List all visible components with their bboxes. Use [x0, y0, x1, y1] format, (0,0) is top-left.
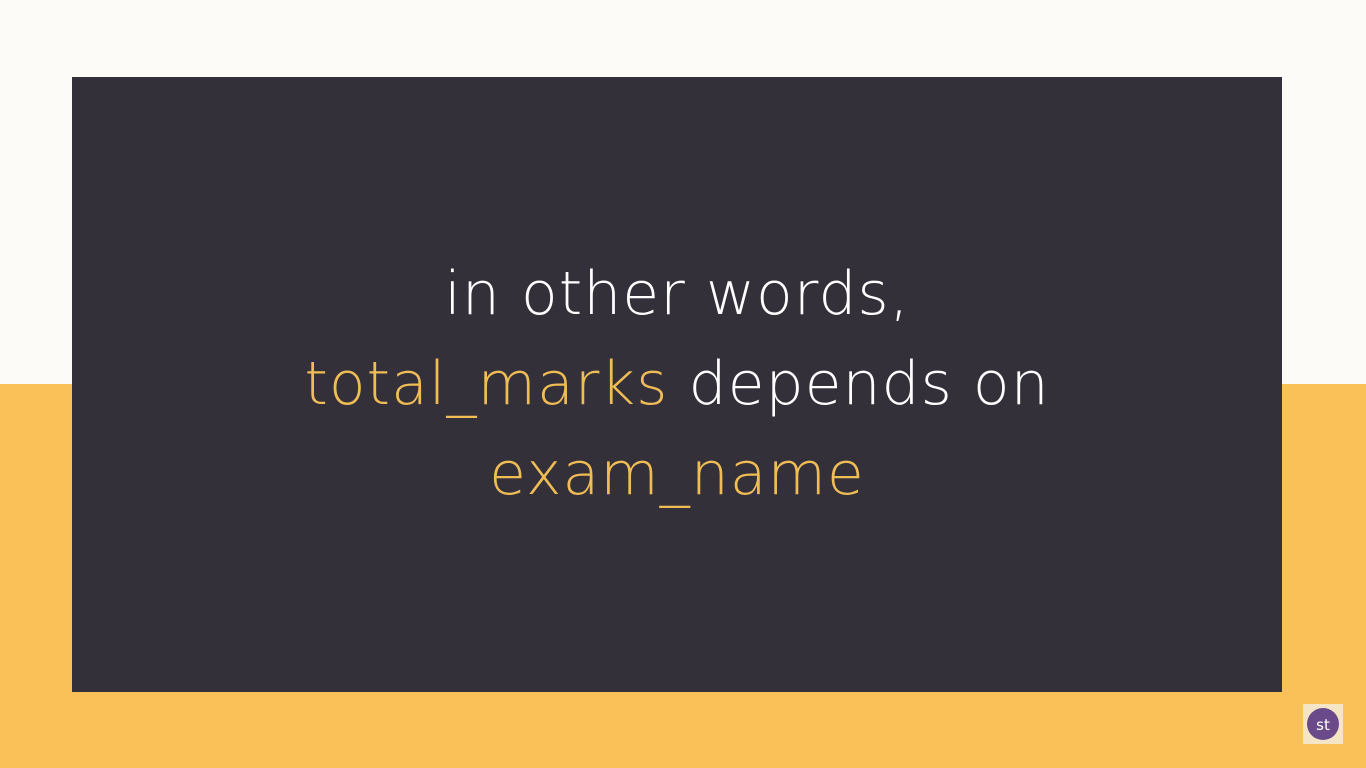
slide-text: in other words, total_marks depends on e…	[304, 249, 1049, 519]
channel-logo[interactable]: st	[1303, 704, 1343, 744]
highlight-total-marks: total_marks	[304, 348, 669, 419]
slide-panel: in other words, total_marks depends on e…	[72, 77, 1282, 692]
slide-line-2-rest: depends on	[668, 348, 1050, 419]
slide-line-1: in other words,	[444, 258, 910, 329]
channel-logo-text: st	[1316, 715, 1330, 734]
channel-logo-icon: st	[1307, 708, 1339, 740]
highlight-exam-name: exam_name	[489, 438, 865, 509]
slide-line-2: total_marks depends on	[304, 339, 1049, 429]
